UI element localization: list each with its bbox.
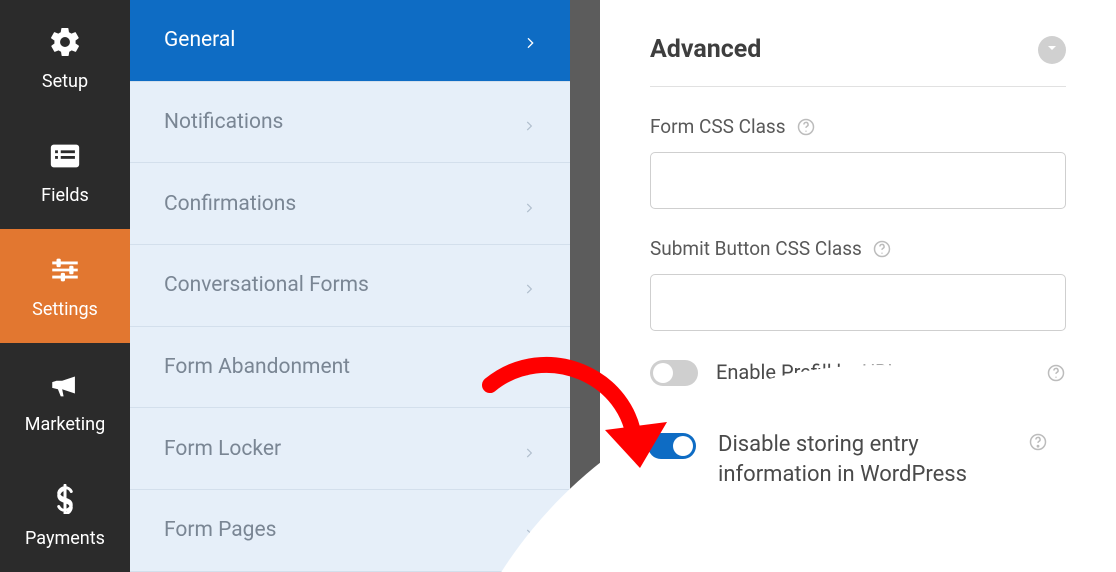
nav-setup[interactable]: Setup bbox=[0, 0, 130, 114]
help-icon[interactable] bbox=[872, 239, 892, 259]
form-css-field: Form CSS Class bbox=[650, 115, 1066, 209]
help-icon[interactable] bbox=[1028, 432, 1048, 452]
settings-item-label: Confirmations bbox=[164, 192, 296, 216]
divider-gap bbox=[570, 0, 600, 572]
settings-item-confirmations[interactable]: Confirmations bbox=[130, 163, 570, 245]
chevron-right-icon bbox=[522, 278, 536, 292]
settings-item-label: Notifications bbox=[164, 110, 283, 134]
prefill-toggle[interactable] bbox=[650, 360, 698, 386]
settings-item-label: Form Abandonment bbox=[164, 355, 350, 379]
nav-marketing[interactable]: Marketing bbox=[0, 343, 130, 457]
disable-entries-toggle[interactable] bbox=[648, 433, 696, 459]
settings-item-notifications[interactable]: Notifications bbox=[130, 82, 570, 164]
nav-settings-label: Settings bbox=[32, 299, 98, 320]
chevron-right-icon bbox=[522, 115, 536, 129]
settings-item-label: General bbox=[164, 28, 235, 52]
prefill-toggle-label: Enable Prefill by URL bbox=[716, 359, 1028, 386]
panel-title: Advanced bbox=[650, 35, 761, 64]
help-icon[interactable] bbox=[1046, 363, 1066, 383]
prefill-toggle-row: Enable Prefill by URL bbox=[650, 359, 1066, 386]
sliders-icon bbox=[46, 251, 84, 289]
settings-submenu: General Notifications Confirmations Conv… bbox=[130, 0, 570, 572]
nav-marketing-label: Marketing bbox=[25, 414, 105, 435]
settings-item-form-locker[interactable]: Form Locker bbox=[130, 408, 570, 490]
settings-item-label: Form Locker bbox=[164, 437, 281, 461]
settings-item-label: Form Pages bbox=[164, 518, 276, 542]
nav-payments-label: Payments bbox=[25, 528, 105, 549]
settings-item-general[interactable]: General bbox=[130, 0, 570, 82]
settings-item-conversational-forms[interactable]: Conversational Forms bbox=[130, 245, 570, 327]
chevron-right-icon bbox=[522, 33, 536, 47]
settings-item-label: Conversational Forms bbox=[164, 273, 369, 297]
disable-entries-toggle-label: Disable storing entry information in Wor… bbox=[718, 430, 1018, 489]
nav-fields[interactable]: Fields bbox=[0, 114, 130, 228]
chevron-down-icon bbox=[1044, 40, 1060, 60]
submit-css-label: Submit Button CSS Class bbox=[650, 237, 862, 260]
chevron-right-icon bbox=[522, 197, 536, 211]
disable-entries-toggle-row: Disable storing entry information in Wor… bbox=[648, 430, 1078, 489]
chevron-right-icon bbox=[522, 442, 536, 456]
primary-nav: Setup Fields Settings Marketing Payments bbox=[0, 0, 130, 572]
chevron-right-icon bbox=[522, 523, 536, 537]
submit-css-input[interactable] bbox=[650, 274, 1066, 331]
help-icon[interactable] bbox=[796, 117, 816, 137]
megaphone-icon bbox=[46, 366, 84, 404]
list-icon bbox=[46, 137, 84, 175]
nav-settings[interactable]: Settings bbox=[0, 229, 130, 343]
submit-css-field: Submit Button CSS Class bbox=[650, 237, 1066, 331]
gear-icon bbox=[46, 23, 84, 61]
form-css-label: Form CSS Class bbox=[650, 115, 786, 138]
collapse-button[interactable] bbox=[1038, 36, 1066, 64]
settings-item-form-pages[interactable]: Form Pages bbox=[130, 490, 570, 572]
settings-item-form-abandonment[interactable]: Form Abandonment bbox=[130, 327, 570, 409]
nav-setup-label: Setup bbox=[42, 71, 88, 92]
dollar-icon bbox=[46, 480, 84, 518]
chevron-right-icon bbox=[522, 360, 536, 374]
form-css-input[interactable] bbox=[650, 152, 1066, 209]
nav-payments[interactable]: Payments bbox=[0, 458, 130, 572]
nav-fields-label: Fields bbox=[41, 185, 89, 206]
